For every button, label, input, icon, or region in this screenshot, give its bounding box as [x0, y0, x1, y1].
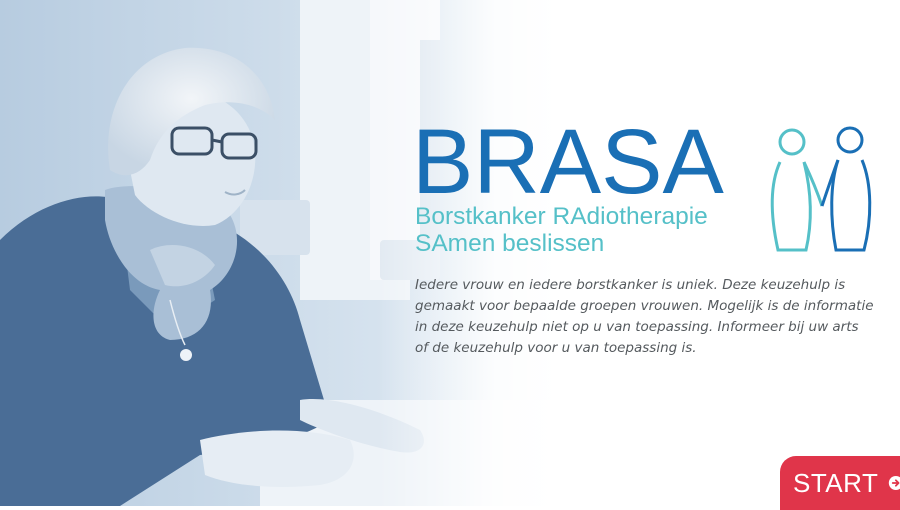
arrow-circle-right-icon: [889, 475, 900, 491]
brand-subtitle-line1: Borstkanker RAdiotherapie: [415, 203, 708, 230]
intro-text: Iedere vrouw en iedere borstkanker is un…: [415, 277, 874, 356]
start-button[interactable]: START: [780, 456, 900, 510]
two-figures-logo-icon: [770, 126, 872, 252]
brand-subtitle-line2: SAmen beslissen: [415, 230, 605, 257]
brand-title: BRASA: [412, 111, 724, 213]
start-button-label: START: [793, 467, 879, 498]
brand-subtitle: Borstkanker RAdiotherapie SAmen beslisse…: [415, 203, 708, 257]
